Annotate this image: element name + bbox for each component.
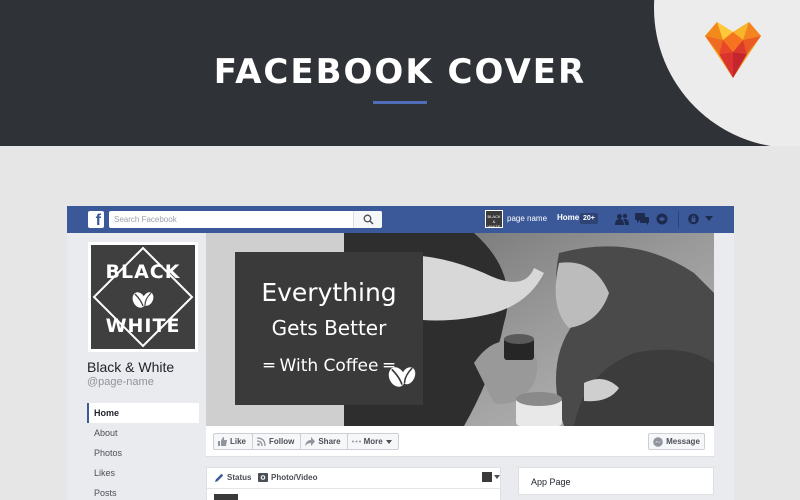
dropdown-arrow-icon[interactable] — [705, 216, 713, 222]
nav-item-posts[interactable]: Posts — [87, 483, 199, 500]
page-nav: Home About Photos Likes Posts — [87, 403, 199, 500]
rss-follow-icon — [257, 437, 266, 446]
share-label: Share — [318, 437, 341, 446]
pencil-icon — [215, 473, 224, 482]
profile-logo-top-text: BLACK — [105, 261, 181, 283]
profile-picture[interactable]: BLACK WHITE — [88, 242, 198, 352]
more-label: More — [363, 437, 383, 446]
facebook-page-mockup: f BLACK & WHITE page name Home 20+ — [67, 206, 734, 500]
page-avatar-small[interactable]: BLACK & WHITE — [485, 210, 503, 229]
header-banner: FACEBOOK COVER — [0, 0, 800, 146]
status-label: Status — [227, 473, 252, 482]
banner-title: FACEBOOK COVER — [213, 52, 587, 92]
privacy-lock-icon[interactable] — [688, 213, 699, 225]
app-page-title: App Page — [531, 477, 571, 487]
page-action-bar: Like Follow Share More Message — [206, 426, 714, 457]
message-label: Message — [666, 437, 700, 446]
nav-item-about[interactable]: About — [87, 423, 199, 443]
page-title[interactable]: Black & White — [87, 359, 174, 375]
cover-image[interactable]: Everything Gets Better ═ With Coffee ═ — [206, 233, 714, 426]
messages-icon[interactable] — [635, 213, 649, 225]
topbar-divider — [678, 211, 679, 228]
profile-logo-bottom-text: WHITE — [105, 315, 181, 337]
composer-page-avatar[interactable] — [482, 472, 492, 482]
nav-item-home[interactable]: Home — [87, 403, 199, 423]
cover-headline-line2: Gets Better — [271, 316, 387, 340]
profile-logo: BLACK WHITE — [91, 245, 195, 349]
photo-video-label: Photo/Video — [271, 473, 318, 482]
search-input[interactable] — [109, 211, 353, 228]
topbar-page-name[interactable]: page name — [507, 214, 547, 223]
photo-video-tab[interactable]: Photo/Video — [258, 473, 318, 482]
like-button[interactable]: Like — [214, 434, 254, 449]
home-count-badge: 20+ — [580, 213, 598, 224]
nav-item-likes[interactable]: Likes — [87, 463, 199, 483]
message-button[interactable]: Message — [648, 433, 705, 450]
post-composer: Status Photo/Video — [206, 467, 501, 500]
notifications-icon[interactable] — [656, 213, 668, 225]
messenger-icon — [653, 436, 663, 447]
coffee-beans-icon — [388, 367, 416, 387]
thumbs-up-icon — [218, 437, 227, 446]
cover-headline-line1: Everything — [261, 278, 397, 307]
app-page-card[interactable]: App Page — [518, 467, 714, 495]
friend-requests-icon[interactable] — [615, 213, 629, 225]
like-label: Like — [230, 437, 247, 446]
follow-label: Follow — [269, 437, 295, 446]
share-arrow-icon — [305, 437, 316, 446]
action-button-group: Like Follow Share More — [213, 433, 399, 450]
composer-user-avatar — [214, 494, 238, 500]
search-box — [109, 211, 382, 228]
banner-underline — [373, 101, 427, 104]
status-tab[interactable]: Status — [215, 473, 251, 482]
topbar-home-link[interactable]: Home — [557, 213, 579, 222]
coffee-beans-icon — [132, 292, 154, 308]
page-avatar-text: BLACK & WHITE — [487, 214, 501, 229]
more-button[interactable]: More — [348, 434, 398, 449]
more-dots-icon — [351, 440, 361, 443]
chevron-down-icon — [385, 439, 392, 444]
camera-icon — [258, 473, 268, 482]
page-handle: @page-name — [87, 376, 154, 388]
follow-button[interactable]: Follow — [253, 434, 302, 449]
left-sidebar: BLACK WHITE Black & White @page-name Hom… — [67, 233, 207, 500]
search-icon — [363, 214, 374, 225]
composer-divider — [207, 488, 500, 489]
chevron-down-icon[interactable] — [494, 475, 500, 479]
facebook-logo-icon[interactable]: f — [88, 211, 104, 228]
cover-text-box: Everything Gets Better ═ With Coffee ═ — [235, 252, 423, 405]
search-button[interactable] — [353, 211, 382, 228]
nav-item-photos[interactable]: Photos — [87, 443, 199, 463]
facebook-top-bar: f BLACK & WHITE page name Home 20+ — [67, 206, 734, 233]
share-button[interactable]: Share — [301, 434, 348, 449]
